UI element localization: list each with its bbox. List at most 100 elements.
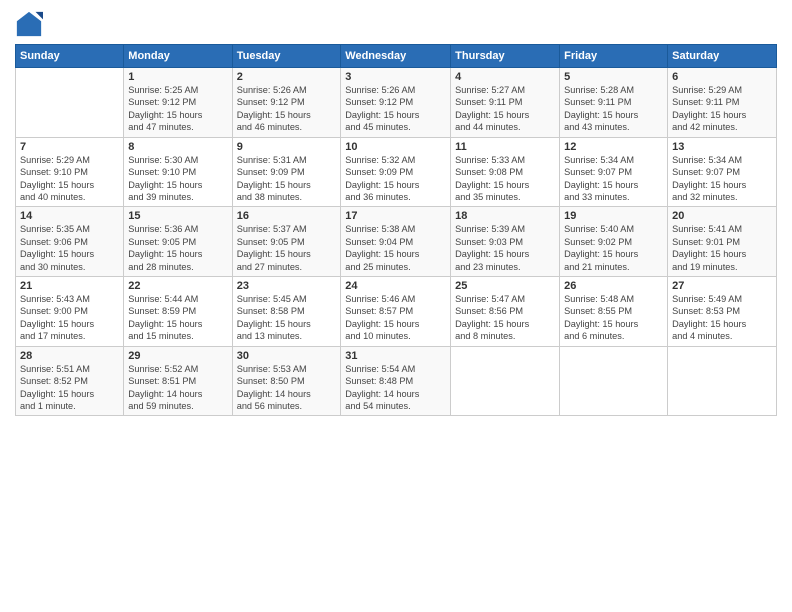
day-number: 20 (672, 210, 772, 222)
calendar-cell: 31Sunrise: 5:54 AM Sunset: 8:48 PM Dayli… (341, 346, 451, 416)
day-info: Sunrise: 5:37 AM Sunset: 9:05 PM Dayligh… (237, 223, 337, 273)
calendar-cell: 17Sunrise: 5:38 AM Sunset: 9:04 PM Dayli… (341, 207, 451, 277)
calendar-cell: 5Sunrise: 5:28 AM Sunset: 9:11 PM Daylig… (560, 68, 668, 138)
calendar-page: SundayMondayTuesdayWednesdayThursdayFrid… (0, 0, 792, 612)
day-info: Sunrise: 5:38 AM Sunset: 9:04 PM Dayligh… (345, 223, 446, 273)
calendar-cell: 11Sunrise: 5:33 AM Sunset: 9:08 PM Dayli… (451, 137, 560, 207)
day-number: 19 (564, 210, 663, 222)
calendar-cell: 8Sunrise: 5:30 AM Sunset: 9:10 PM Daylig… (124, 137, 232, 207)
weekday-header: Tuesday (232, 45, 341, 68)
day-info: Sunrise: 5:47 AM Sunset: 8:56 PM Dayligh… (455, 293, 555, 343)
day-info: Sunrise: 5:26 AM Sunset: 9:12 PM Dayligh… (237, 84, 337, 134)
day-info: Sunrise: 5:36 AM Sunset: 9:05 PM Dayligh… (128, 223, 227, 273)
calendar-cell (16, 68, 124, 138)
weekday-header: Sunday (16, 45, 124, 68)
calendar-cell: 18Sunrise: 5:39 AM Sunset: 9:03 PM Dayli… (451, 207, 560, 277)
calendar-cell: 21Sunrise: 5:43 AM Sunset: 9:00 PM Dayli… (16, 277, 124, 347)
day-info: Sunrise: 5:29 AM Sunset: 9:11 PM Dayligh… (672, 84, 772, 134)
calendar-table: SundayMondayTuesdayWednesdayThursdayFrid… (15, 44, 777, 416)
calendar-cell: 3Sunrise: 5:26 AM Sunset: 9:12 PM Daylig… (341, 68, 451, 138)
day-number: 30 (237, 350, 337, 362)
day-number: 11 (455, 141, 555, 153)
calendar-cell: 1Sunrise: 5:25 AM Sunset: 9:12 PM Daylig… (124, 68, 232, 138)
calendar-cell: 28Sunrise: 5:51 AM Sunset: 8:52 PM Dayli… (16, 346, 124, 416)
calendar-cell: 27Sunrise: 5:49 AM Sunset: 8:53 PM Dayli… (668, 277, 777, 347)
day-info: Sunrise: 5:29 AM Sunset: 9:10 PM Dayligh… (20, 154, 119, 204)
day-number: 28 (20, 350, 119, 362)
day-number: 8 (128, 141, 227, 153)
calendar-cell: 9Sunrise: 5:31 AM Sunset: 9:09 PM Daylig… (232, 137, 341, 207)
header (15, 10, 777, 38)
day-info: Sunrise: 5:28 AM Sunset: 9:11 PM Dayligh… (564, 84, 663, 134)
calendar-week-row: 21Sunrise: 5:43 AM Sunset: 9:00 PM Dayli… (16, 277, 777, 347)
calendar-cell: 20Sunrise: 5:41 AM Sunset: 9:01 PM Dayli… (668, 207, 777, 277)
day-info: Sunrise: 5:35 AM Sunset: 9:06 PM Dayligh… (20, 223, 119, 273)
calendar-body: 1Sunrise: 5:25 AM Sunset: 9:12 PM Daylig… (16, 68, 777, 416)
day-info: Sunrise: 5:49 AM Sunset: 8:53 PM Dayligh… (672, 293, 772, 343)
day-info: Sunrise: 5:52 AM Sunset: 8:51 PM Dayligh… (128, 363, 227, 413)
calendar-cell: 7Sunrise: 5:29 AM Sunset: 9:10 PM Daylig… (16, 137, 124, 207)
day-info: Sunrise: 5:46 AM Sunset: 8:57 PM Dayligh… (345, 293, 446, 343)
calendar-cell: 16Sunrise: 5:37 AM Sunset: 9:05 PM Dayli… (232, 207, 341, 277)
day-info: Sunrise: 5:41 AM Sunset: 9:01 PM Dayligh… (672, 223, 772, 273)
calendar-cell: 25Sunrise: 5:47 AM Sunset: 8:56 PM Dayli… (451, 277, 560, 347)
day-number: 4 (455, 71, 555, 83)
day-number: 23 (237, 280, 337, 292)
calendar-week-row: 28Sunrise: 5:51 AM Sunset: 8:52 PM Dayli… (16, 346, 777, 416)
calendar-cell: 24Sunrise: 5:46 AM Sunset: 8:57 PM Dayli… (341, 277, 451, 347)
day-info: Sunrise: 5:54 AM Sunset: 8:48 PM Dayligh… (345, 363, 446, 413)
day-info: Sunrise: 5:39 AM Sunset: 9:03 PM Dayligh… (455, 223, 555, 273)
day-info: Sunrise: 5:40 AM Sunset: 9:02 PM Dayligh… (564, 223, 663, 273)
day-number: 2 (237, 71, 337, 83)
day-info: Sunrise: 5:30 AM Sunset: 9:10 PM Dayligh… (128, 154, 227, 204)
weekday-header: Saturday (668, 45, 777, 68)
calendar-week-row: 7Sunrise: 5:29 AM Sunset: 9:10 PM Daylig… (16, 137, 777, 207)
calendar-cell: 12Sunrise: 5:34 AM Sunset: 9:07 PM Dayli… (560, 137, 668, 207)
day-info: Sunrise: 5:51 AM Sunset: 8:52 PM Dayligh… (20, 363, 119, 413)
day-info: Sunrise: 5:33 AM Sunset: 9:08 PM Dayligh… (455, 154, 555, 204)
day-number: 25 (455, 280, 555, 292)
calendar-cell: 15Sunrise: 5:36 AM Sunset: 9:05 PM Dayli… (124, 207, 232, 277)
day-number: 21 (20, 280, 119, 292)
calendar-cell: 29Sunrise: 5:52 AM Sunset: 8:51 PM Dayli… (124, 346, 232, 416)
day-number: 24 (345, 280, 446, 292)
day-number: 7 (20, 141, 119, 153)
day-number: 15 (128, 210, 227, 222)
calendar-header: SundayMondayTuesdayWednesdayThursdayFrid… (16, 45, 777, 68)
calendar-cell: 19Sunrise: 5:40 AM Sunset: 9:02 PM Dayli… (560, 207, 668, 277)
day-number: 1 (128, 71, 227, 83)
day-info: Sunrise: 5:43 AM Sunset: 9:00 PM Dayligh… (20, 293, 119, 343)
day-number: 10 (345, 141, 446, 153)
calendar-cell: 2Sunrise: 5:26 AM Sunset: 9:12 PM Daylig… (232, 68, 341, 138)
day-info: Sunrise: 5:45 AM Sunset: 8:58 PM Dayligh… (237, 293, 337, 343)
day-number: 5 (564, 71, 663, 83)
day-number: 18 (455, 210, 555, 222)
day-number: 26 (564, 280, 663, 292)
calendar-cell: 14Sunrise: 5:35 AM Sunset: 9:06 PM Dayli… (16, 207, 124, 277)
calendar-cell: 4Sunrise: 5:27 AM Sunset: 9:11 PM Daylig… (451, 68, 560, 138)
calendar-cell: 6Sunrise: 5:29 AM Sunset: 9:11 PM Daylig… (668, 68, 777, 138)
weekday-header: Monday (124, 45, 232, 68)
day-info: Sunrise: 5:48 AM Sunset: 8:55 PM Dayligh… (564, 293, 663, 343)
logo (15, 10, 47, 38)
day-info: Sunrise: 5:34 AM Sunset: 9:07 PM Dayligh… (564, 154, 663, 204)
calendar-cell (451, 346, 560, 416)
day-number: 29 (128, 350, 227, 362)
calendar-week-row: 14Sunrise: 5:35 AM Sunset: 9:06 PM Dayli… (16, 207, 777, 277)
day-info: Sunrise: 5:34 AM Sunset: 9:07 PM Dayligh… (672, 154, 772, 204)
calendar-cell (668, 346, 777, 416)
day-info: Sunrise: 5:27 AM Sunset: 9:11 PM Dayligh… (455, 84, 555, 134)
calendar-cell (560, 346, 668, 416)
calendar-cell: 30Sunrise: 5:53 AM Sunset: 8:50 PM Dayli… (232, 346, 341, 416)
weekday-header: Wednesday (341, 45, 451, 68)
calendar-cell: 22Sunrise: 5:44 AM Sunset: 8:59 PM Dayli… (124, 277, 232, 347)
weekday-header: Thursday (451, 45, 560, 68)
calendar-cell: 23Sunrise: 5:45 AM Sunset: 8:58 PM Dayli… (232, 277, 341, 347)
day-number: 17 (345, 210, 446, 222)
day-number: 27 (672, 280, 772, 292)
day-number: 22 (128, 280, 227, 292)
day-info: Sunrise: 5:31 AM Sunset: 9:09 PM Dayligh… (237, 154, 337, 204)
day-number: 13 (672, 141, 772, 153)
day-info: Sunrise: 5:53 AM Sunset: 8:50 PM Dayligh… (237, 363, 337, 413)
day-number: 9 (237, 141, 337, 153)
